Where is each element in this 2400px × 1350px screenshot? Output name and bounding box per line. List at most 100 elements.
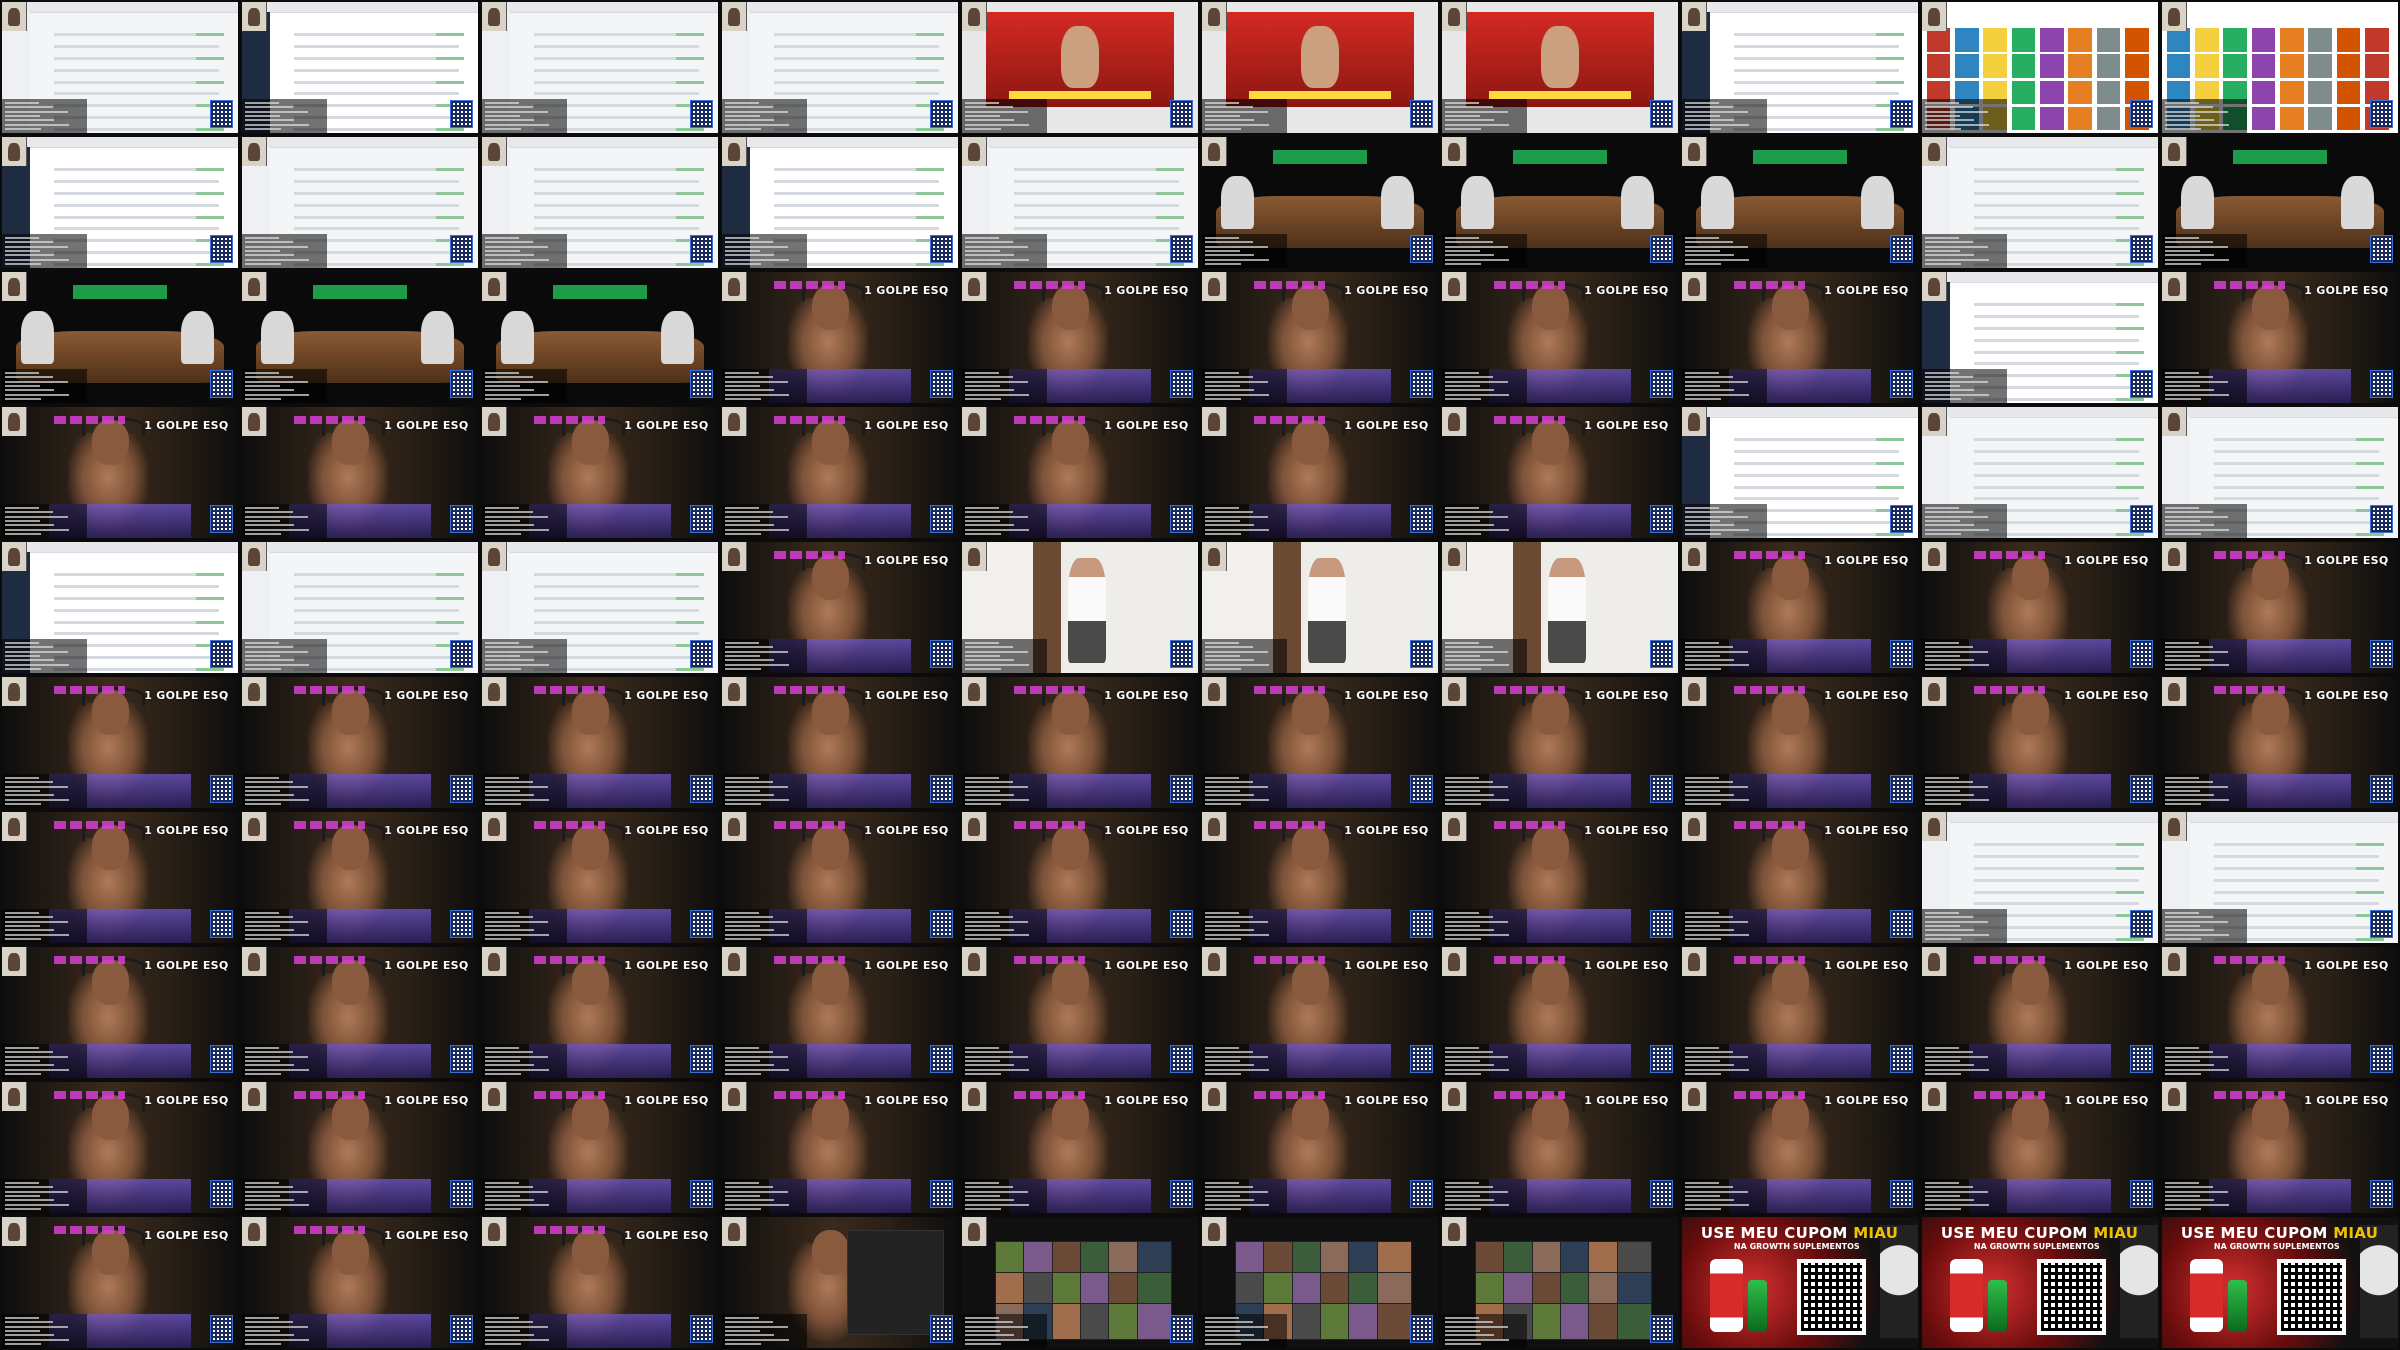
- thumbnail-stream[interactable]: 1 GOLPE ESQ: [962, 947, 1198, 1078]
- product-thumbnail[interactable]: [2223, 28, 2247, 52]
- product-thumbnail[interactable]: [1955, 28, 1979, 52]
- thumbnail-stream[interactable]: 1 GOLPE ESQ: [1922, 542, 2158, 673]
- product-thumbnail[interactable]: [2336, 106, 2361, 131]
- thumbnail-stream[interactable]: 1 GOLPE ESQ: [482, 812, 718, 943]
- thumbnail-ad[interactable]: USE MEU CUPOM MIAU NA GROWTH SUPLEMENTOS: [2162, 1217, 2398, 1348]
- product-thumbnail[interactable]: [2011, 106, 2036, 131]
- thumbnail-stream[interactable]: 1 GOLPE ESQ: [482, 677, 718, 808]
- thumbnail-web[interactable]: [482, 2, 718, 133]
- product-thumbnail[interactable]: [2308, 28, 2332, 52]
- thumbnail-web[interactable]: [1922, 407, 2158, 538]
- product-thumbnail[interactable]: [2011, 28, 2036, 52]
- thumbnail-stream[interactable]: 1 GOLPE ESQ: [2, 947, 238, 1078]
- product-thumbnail[interactable]: [2068, 28, 2092, 52]
- thumbnail-stream[interactable]: 1 GOLPE ESQ: [962, 812, 1198, 943]
- product-thumbnail[interactable]: [2251, 106, 2276, 131]
- product-thumbnail[interactable]: [2068, 106, 2092, 131]
- thumbnail-stream[interactable]: 1 GOLPE ESQ: [1202, 407, 1438, 538]
- thumbnail-web[interactable]: [242, 137, 478, 268]
- thumbnail-stream[interactable]: 1 GOLPE ESQ: [962, 677, 1198, 808]
- thumbnail-stream[interactable]: 1 GOLPE ESQ: [2162, 542, 2398, 673]
- thumbnail-stream[interactable]: 1 GOLPE ESQ: [1682, 272, 1918, 403]
- thumbnail-table[interactable]: [2, 272, 238, 403]
- thumbnail-mosaic[interactable]: [962, 1217, 1198, 1348]
- product-thumbnail[interactable]: [2251, 54, 2276, 78]
- thumbnail-shop[interactable]: [2162, 2, 2398, 133]
- thumbnail-stream[interactable]: 1 GOLPE ESQ: [722, 1082, 958, 1213]
- thumbnail-shop[interactable]: [1922, 2, 2158, 133]
- thumbnail-stream[interactable]: 1 GOLPE ESQ: [242, 947, 478, 1078]
- product-thumbnail[interactable]: [2096, 54, 2121, 78]
- thumbnail-table[interactable]: [2162, 137, 2398, 268]
- product-thumbnail[interactable]: [2011, 54, 2036, 78]
- thumbnail-web[interactable]: [1922, 812, 2158, 943]
- thumbnail-web[interactable]: [1922, 272, 2158, 403]
- product-thumbnail[interactable]: [2280, 80, 2304, 105]
- thumbnail-stream[interactable]: 1 GOLPE ESQ: [1442, 1082, 1678, 1213]
- product-thumbnail[interactable]: [2166, 54, 2191, 78]
- thumbnail-stream[interactable]: 1 GOLPE ESQ: [1202, 947, 1438, 1078]
- product-thumbnail[interactable]: [2124, 54, 2149, 78]
- product-thumbnail[interactable]: [2280, 54, 2304, 78]
- thumbnail-stream[interactable]: 1 GOLPE ESQ: [1682, 812, 1918, 943]
- product-thumbnail[interactable]: [1926, 28, 1951, 52]
- thumbnail-web[interactable]: [2162, 407, 2398, 538]
- thumbnail-stream[interactable]: 1 GOLPE ESQ: [1202, 1082, 1438, 1213]
- thumbnail-web[interactable]: [1682, 407, 1918, 538]
- thumbnail-stream[interactable]: 1 GOLPE ESQ: [1442, 677, 1678, 808]
- product-thumbnail[interactable]: [1983, 28, 2007, 52]
- thumbnail-stream[interactable]: 1 GOLPE ESQ: [722, 812, 958, 943]
- product-thumbnail[interactable]: [2096, 80, 2121, 105]
- product-thumbnail[interactable]: [2308, 106, 2332, 131]
- thumbnail-stream[interactable]: 1 GOLPE ESQ: [482, 407, 718, 538]
- thumbnail-stream[interactable]: 1 GOLPE ESQ: [1202, 677, 1438, 808]
- product-thumbnail[interactable]: [2040, 28, 2064, 52]
- thumbnail-stream[interactable]: 1 GOLPE ESQ: [722, 947, 958, 1078]
- product-thumbnail[interactable]: [2364, 54, 2389, 78]
- thumbnail-stream[interactable]: 1 GOLPE ESQ: [242, 407, 478, 538]
- product-thumbnail[interactable]: [2040, 106, 2064, 131]
- product-thumbnail[interactable]: [2308, 54, 2332, 78]
- product-thumbnail[interactable]: [2096, 106, 2121, 131]
- product-thumbnail[interactable]: [2251, 28, 2276, 52]
- thumbnail-stream[interactable]: 1 GOLPE ESQ: [242, 1217, 478, 1348]
- thumbnail-stream[interactable]: 1 GOLPE ESQ: [1682, 947, 1918, 1078]
- thumbnail-stream[interactable]: 1 GOLPE ESQ: [1202, 812, 1438, 943]
- thumbnail-stream[interactable]: 1 GOLPE ESQ: [242, 677, 478, 808]
- thumbnail-stream[interactable]: 1 GOLPE ESQ: [722, 407, 958, 538]
- thumbnail-table[interactable]: [1442, 137, 1678, 268]
- thumbnail-web[interactable]: [722, 137, 958, 268]
- product-thumbnail[interactable]: [2068, 54, 2092, 78]
- product-thumbnail[interactable]: [2124, 28, 2149, 52]
- product-thumbnail[interactable]: [2011, 80, 2036, 105]
- thumbnail-stream[interactable]: 1 GOLPE ESQ: [1682, 1082, 1918, 1213]
- thumbnail-mosaic[interactable]: [1202, 1217, 1438, 1348]
- thumbnail-stream[interactable]: 1 GOLPE ESQ: [1442, 812, 1678, 943]
- thumbnail-web[interactable]: [962, 137, 1198, 268]
- thumbnail-red[interactable]: [1202, 2, 1438, 133]
- thumbnail-stream[interactable]: 1 GOLPE ESQ: [1442, 947, 1678, 1078]
- thumbnail-web[interactable]: [482, 137, 718, 268]
- thumbnail-stream[interactable]: 1 GOLPE ESQ: [2, 407, 238, 538]
- thumbnail-stream[interactable]: 1 GOLPE ESQ: [482, 947, 718, 1078]
- thumbnail-stream[interactable]: 1 GOLPE ESQ: [1682, 542, 1918, 673]
- product-thumbnail[interactable]: [2096, 28, 2121, 52]
- thumbnail-stream[interactable]: 1 GOLPE ESQ: [962, 407, 1198, 538]
- thumbnail-stream[interactable]: 1 GOLPE ESQ: [1202, 272, 1438, 403]
- product-thumbnail[interactable]: [2336, 80, 2361, 105]
- thumbnail-stream[interactable]: 1 GOLPE ESQ: [242, 1082, 478, 1213]
- product-thumbnail[interactable]: [2364, 28, 2389, 52]
- product-thumbnail[interactable]: [2251, 80, 2276, 105]
- thumbnail-table[interactable]: [1202, 137, 1438, 268]
- thumbnail-stream[interactable]: 1 GOLPE ESQ: [2162, 947, 2398, 1078]
- thumbnail-stream[interactable]: 1 GOLPE ESQ: [1922, 1082, 2158, 1213]
- product-thumbnail[interactable]: [2308, 80, 2332, 105]
- thumbnail-stream[interactable]: 1 GOLPE ESQ: [722, 272, 958, 403]
- thumbnail-stream[interactable]: 1 GOLPE ESQ: [962, 272, 1198, 403]
- thumbnail-web[interactable]: [2, 542, 238, 673]
- thumbnail-web[interactable]: [2, 2, 238, 133]
- thumbnail-gym[interactable]: [1442, 542, 1678, 673]
- product-thumbnail[interactable]: [2336, 54, 2361, 78]
- product-thumbnail[interactable]: [2040, 80, 2064, 105]
- thumbnail-mosaic[interactable]: [1442, 1217, 1678, 1348]
